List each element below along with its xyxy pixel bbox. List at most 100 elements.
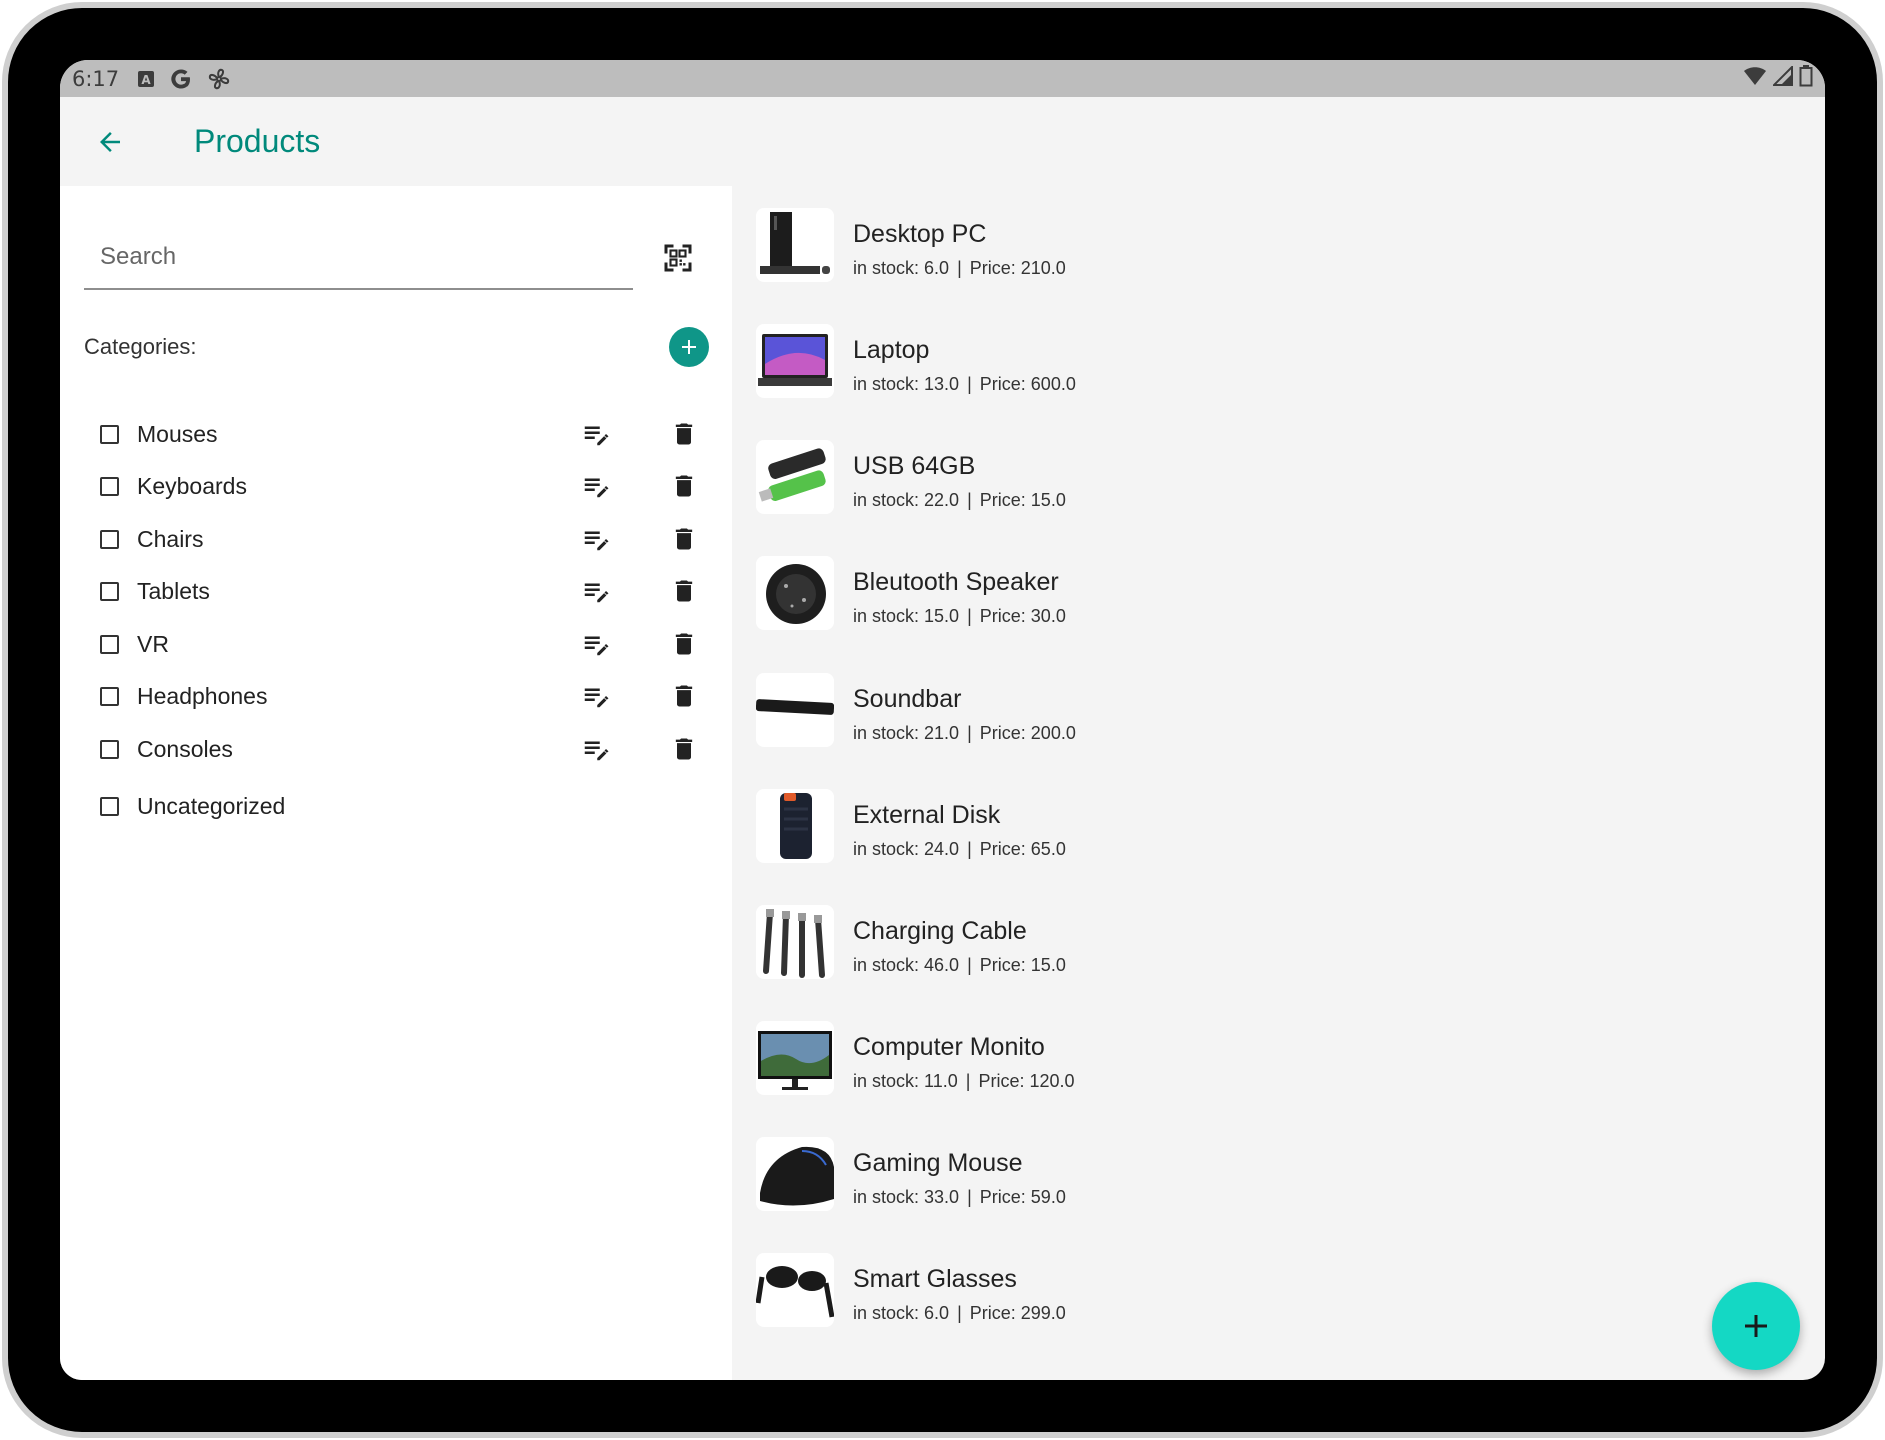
- category-checkbox[interactable]: [100, 634, 119, 654]
- product-separator: |: [967, 374, 972, 394]
- delete-category-button[interactable]: [660, 725, 708, 773]
- add-category-button[interactable]: [669, 327, 709, 367]
- speaker-image: [756, 556, 834, 630]
- product-item[interactable]: External Disk in stock: 24.0 | Price: 65…: [732, 767, 1825, 883]
- qr-scan-button[interactable]: [650, 230, 706, 286]
- status-bar: 6:17 A: [60, 60, 1825, 97]
- product-separator: |: [967, 955, 972, 975]
- trash-icon: [675, 475, 693, 497]
- product-list: Desktop PC in stock: 6.0 | Price: 210.0 …: [732, 186, 1825, 1380]
- product-price: Price: 15.0: [979, 955, 1066, 975]
- product-stock: in stock: 6.0: [853, 258, 950, 278]
- product-price: Price: 600.0: [979, 374, 1076, 394]
- product-item[interactable]: Gaming Mouse in stock: 33.0 | Price: 59.…: [732, 1115, 1825, 1231]
- category-label: Consoles: [137, 735, 233, 762]
- app-screen: 6:17 A Products Search Categories: Mouse…: [60, 60, 1825, 1380]
- edit-category-button[interactable]: [572, 515, 620, 563]
- edit-category-button[interactable]: [572, 462, 620, 510]
- category-label: Tablets: [137, 577, 210, 604]
- product-price: Price: 120.0: [978, 1071, 1075, 1091]
- trash-icon: [675, 528, 693, 550]
- battery-icon: [1799, 64, 1813, 93]
- product-item[interactable]: USB 64GB in stock: 22.0 | Price: 15.0: [732, 418, 1825, 534]
- trash-icon: [675, 633, 693, 655]
- google-icon: [169, 67, 193, 91]
- category-row: Uncategorized: [60, 780, 732, 832]
- category-checkbox[interactable]: [100, 529, 119, 549]
- edit-category-button[interactable]: [572, 725, 620, 773]
- product-price: Price: 30.0: [979, 606, 1066, 626]
- category-row: VR: [60, 618, 732, 670]
- delete-category-button[interactable]: [660, 672, 708, 720]
- delete-category-button[interactable]: [660, 462, 708, 510]
- trash-icon: [675, 738, 693, 760]
- product-price: Price: 15.0: [979, 490, 1066, 510]
- delete-category-button[interactable]: [660, 515, 708, 563]
- category-checkbox[interactable]: [100, 796, 119, 816]
- categories-label: Categories:: [84, 334, 197, 359]
- product-stock: in stock: 13.0: [853, 374, 960, 394]
- edit-note-icon: [584, 636, 609, 656]
- category-label: Chairs: [137, 525, 204, 552]
- product-price: Price: 65.0: [979, 839, 1066, 859]
- desktop-pc-image: [756, 208, 834, 282]
- trash-icon: [675, 685, 693, 707]
- app-bar: Products: [60, 97, 1825, 186]
- edit-category-button[interactable]: [572, 410, 620, 458]
- delete-category-button[interactable]: [660, 567, 708, 615]
- delete-category-button[interactable]: [660, 410, 708, 458]
- product-details: in stock: 11.0 | Price: 120.0: [853, 1071, 1075, 1092]
- trash-icon: [675, 580, 693, 602]
- product-name: Soundbar: [853, 685, 962, 713]
- category-label: Keyboards: [137, 472, 247, 499]
- edit-note-icon: [584, 688, 609, 708]
- soundbar-image: [756, 673, 834, 747]
- edit-note-icon: [584, 478, 609, 498]
- charging-cable-image: [756, 905, 834, 979]
- category-checkbox[interactable]: [100, 424, 119, 444]
- product-details: in stock: 6.0 | Price: 210.0: [853, 258, 1066, 279]
- category-checkbox[interactable]: [100, 581, 119, 601]
- product-details: in stock: 22.0 | Price: 15.0: [853, 490, 1066, 511]
- edit-category-button[interactable]: [572, 672, 620, 720]
- product-name: Desktop PC: [853, 220, 987, 248]
- back-button[interactable]: [82, 114, 138, 170]
- external-disk-image: [756, 789, 834, 863]
- add-product-fab[interactable]: [1712, 1282, 1800, 1370]
- qr-code-scanner-icon: [664, 244, 692, 272]
- product-name: External Disk: [853, 801, 1001, 829]
- edit-note-icon: [584, 741, 609, 761]
- category-checkbox[interactable]: [100, 476, 119, 496]
- edit-category-button[interactable]: [572, 567, 620, 615]
- product-item[interactable]: Smart Glasses in stock: 6.0 | Price: 299…: [732, 1231, 1825, 1347]
- category-checkbox[interactable]: [100, 739, 119, 759]
- product-separator: |: [967, 1187, 972, 1207]
- product-name: USB 64GB: [853, 452, 976, 480]
- wifi-icon: [1743, 65, 1767, 93]
- edit-category-button[interactable]: [572, 620, 620, 668]
- trash-icon: [675, 423, 693, 445]
- product-price: Price: 200.0: [979, 723, 1076, 743]
- category-checkbox[interactable]: [100, 686, 119, 706]
- delete-category-button[interactable]: [660, 620, 708, 668]
- edit-note-icon: [584, 531, 609, 551]
- product-item[interactable]: Bleutooth Speaker in stock: 15.0 | Price…: [732, 534, 1825, 650]
- laptop-image: [756, 324, 834, 398]
- product-separator: |: [967, 839, 972, 859]
- category-row: Mouses: [60, 408, 732, 460]
- product-name: Laptop: [853, 336, 930, 364]
- search-input[interactable]: [84, 226, 633, 288]
- product-stock: in stock: 46.0: [853, 955, 960, 975]
- filter-panel: Categories: Mouses Keyboards: [60, 186, 732, 1380]
- product-item[interactable]: Charging Cable in stock: 46.0 | Price: 1…: [732, 883, 1825, 999]
- product-details: in stock: 24.0 | Price: 65.0: [853, 839, 1066, 860]
- product-item[interactable]: Soundbar in stock: 21.0 | Price: 200.0: [732, 651, 1825, 767]
- plus-icon: [1745, 1315, 1767, 1337]
- product-item[interactable]: Desktop PC in stock: 6.0 | Price: 210.0: [732, 186, 1825, 302]
- product-price: Price: 299.0: [969, 1303, 1066, 1323]
- signal-icon: [1771, 64, 1793, 92]
- product-item[interactable]: Computer Monito in stock: 11.0 | Price: …: [732, 999, 1825, 1115]
- product-item[interactable]: Laptop in stock: 13.0 | Price: 600.0: [732, 302, 1825, 418]
- product-stock: in stock: 33.0: [853, 1187, 960, 1207]
- product-stock: in stock: 21.0: [853, 723, 960, 743]
